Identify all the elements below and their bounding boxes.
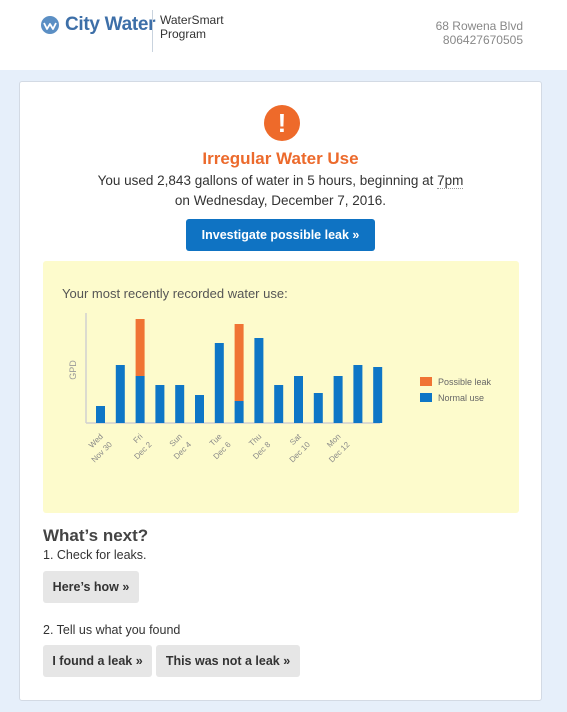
account-info: 68 Rowena Blvd 806427670505 [436,19,523,47]
alert-card: ! Irregular Water Use You used 2,843 gal… [19,81,542,701]
bar-normal-11 [313,393,323,423]
bar-normal-4 [175,385,185,423]
step-1-text: 1. Check for leaks. [43,548,147,562]
heres-how-button[interactable]: Here’s how » [43,571,139,603]
legend-label-1: Normal use [438,393,484,403]
not-leak-button[interactable]: This was not a leak » [156,645,300,677]
whats-next-title: What’s next? [43,526,149,545]
city-water-logo[interactable]: City Water [40,14,156,36]
bar-normal-7 [234,401,244,423]
bar-normal-2 [135,376,145,423]
program-line-1: WaterSmart [160,13,224,27]
y-axis-label: GPD [68,360,78,380]
legend-swatch-1 [420,393,432,402]
bar-normal-1 [115,365,125,423]
investigate-leak-button[interactable]: Investigate possible leak » [186,219,375,251]
alert-message-time: 7pm [437,173,464,189]
bar-normal-6 [214,343,224,423]
bar-normal-9 [274,385,284,423]
found-leak-button[interactable]: I found a leak » [43,645,152,677]
bar-leak-7 [234,324,244,401]
program-line-2: Program [160,27,207,41]
bar-normal-13 [353,365,363,423]
alert-message-part2: on Wednesday, December 7, 2016. [174,193,387,208]
step-2-text: 2. Tell us what you found [43,623,181,637]
x-day-label-1: Fri [132,432,145,445]
header-divider [152,10,153,52]
header: City Water WaterSmart Program 68 Rowena … [0,0,567,70]
bar-normal-14 [373,367,383,423]
water-use-chart-panel: Your most recently recorded water use: G… [43,261,519,513]
water-drop-logo-icon [41,16,59,34]
alert-message-part1: You used 2,843 gallons of water in 5 hou… [97,173,438,188]
bar-normal-12 [333,376,343,423]
account-number: 806427670505 [442,33,523,47]
alert-title: Irregular Water Use [202,149,359,168]
exclamation-icon: ! [264,105,300,141]
bar-leak-2 [135,319,145,376]
address-text: 68 Rowena Blvd [435,19,523,33]
legend-label-0: Possible leak [438,377,492,387]
bar-normal-10 [294,376,303,423]
program-name: WaterSmart Program [160,13,224,41]
bar-normal-3 [155,385,165,423]
bar-normal-8 [254,338,264,423]
alert-message: You used 2,843 gallons of water in 5 hou… [80,171,481,211]
logo-text: City Water [65,14,156,35]
bar-normal-5 [195,395,204,423]
water-use-chart: GPD WedNov 30FriDec 2 SunDec 4TueDec 6 Thu… [68,313,492,464]
bar-normal-0 [96,406,105,423]
legend-swatch-0 [420,377,432,386]
